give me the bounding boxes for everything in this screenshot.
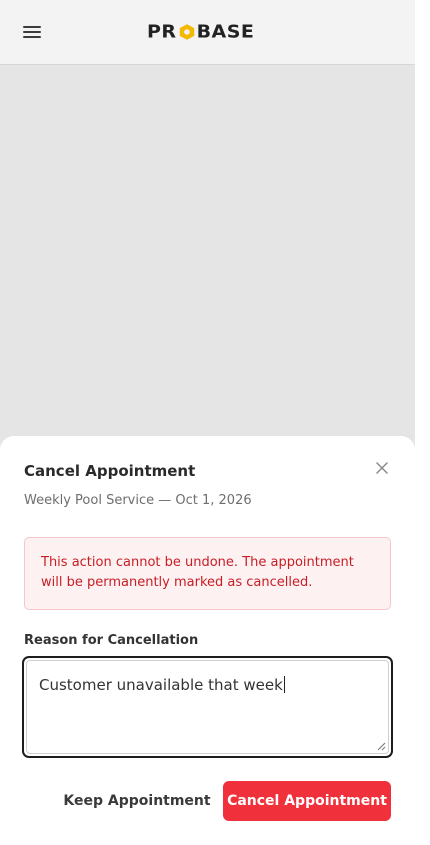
scrollbar-gutter [415, 0, 430, 845]
reason-label: Reason for Cancellation [24, 633, 199, 648]
appointment-subtitle: Weekly Pool Service — Oct 1, 2026 [24, 493, 252, 508]
warning-alert-text: This action cannot be undone. The appoin… [41, 555, 354, 590]
keep-appointment-button[interactable]: Keep Appointment [62, 781, 212, 821]
warning-alert: This action cannot be undone. The appoin… [24, 537, 391, 610]
reason-textarea[interactable]: Customer unavailable that week [26, 660, 389, 754]
logo-text-right: BASE [196, 21, 255, 43]
cancel-appointment-sheet: Cancel Appointment Weekly Pool Service —… [0, 436, 415, 845]
close-icon[interactable] [374, 460, 390, 476]
probase-logo[interactable]: PR BASE [147, 20, 254, 45]
resize-handle-icon[interactable] [377, 742, 386, 751]
reason-textarea-focus-ring: Customer unavailable that week [22, 656, 393, 758]
cancel-appointment-button[interactable]: Cancel Appointment [223, 781, 391, 821]
hamburger-menu-icon[interactable] [22, 24, 42, 40]
reason-textarea-value: Customer unavailable that week [39, 676, 283, 694]
modal-title: Cancel Appointment [24, 462, 196, 480]
text-caret [283, 676, 285, 693]
logo-text-left: PR [147, 21, 177, 43]
top-navigation-bar: PR BASE [0, 0, 415, 65]
logo-hexagon-icon [179, 24, 194, 40]
